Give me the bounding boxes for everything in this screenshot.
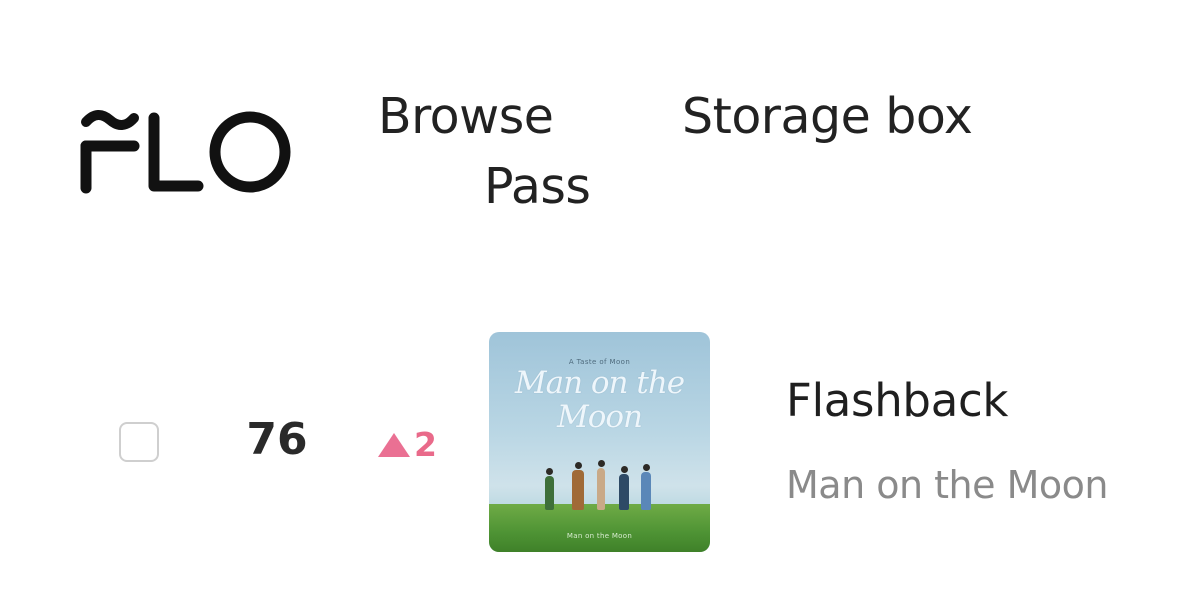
- album-cover-title-line2: Moon: [556, 399, 643, 435]
- page: Browse Storage box Pass 76 2 A Taste of …: [0, 0, 1200, 592]
- rank-number: 76: [246, 414, 308, 465]
- rank-change-value: 2: [414, 425, 437, 464]
- album-cover-grass: [489, 504, 710, 552]
- song-title[interactable]: Flashback: [786, 378, 1008, 423]
- triangle-up-icon: [378, 432, 410, 457]
- select-checkbox[interactable]: [119, 422, 159, 462]
- album-cover-figure: [619, 466, 629, 510]
- rank-change: 2: [378, 428, 437, 461]
- nav-pass[interactable]: Pass: [484, 162, 591, 211]
- flo-logo-mark: [80, 110, 291, 194]
- nav-browse[interactable]: Browse: [378, 92, 554, 141]
- album-cover-bottom-text: Man on the Moon: [566, 532, 633, 540]
- album-cover-title: Man on the Moon: [489, 366, 710, 434]
- flo-logo[interactable]: [80, 104, 295, 196]
- nav-storage-box[interactable]: Storage box: [682, 92, 973, 141]
- album-cover-title-line1: Man on the: [514, 365, 685, 401]
- album-cover-figure: [572, 462, 584, 510]
- album-cover-figure: [641, 464, 651, 510]
- album-cover-figure: [545, 468, 554, 510]
- chart-row: 76 2 A Taste of Moon Man on the Moon Man…: [0, 320, 1200, 565]
- song-artist[interactable]: Man on the Moon: [786, 466, 1108, 504]
- album-cover-figure: [597, 460, 605, 510]
- album-cover[interactable]: A Taste of Moon Man on the Moon Man on t…: [489, 332, 710, 552]
